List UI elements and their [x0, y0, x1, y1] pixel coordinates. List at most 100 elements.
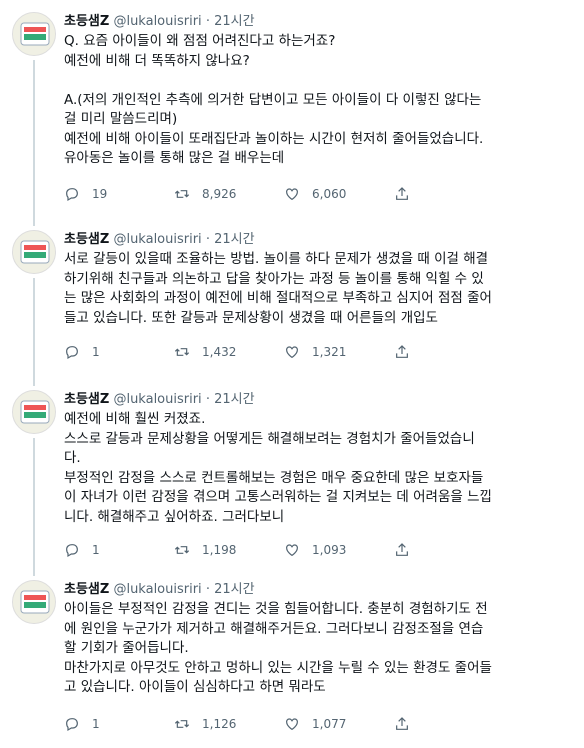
- retweet-count: 8,926: [202, 187, 237, 201]
- tweet-text: 아이들은 부정적인 감정을 견디는 것을 힘들어합니다. 충분히 경험하기도 전…: [64, 600, 570, 698]
- tweet-3[interactable]: 초등샘Z @lukalouisriri · 21시간 예전에 비해 훨씬 커졌죠…: [0, 378, 584, 576]
- tweet-header: 초등샘Z @lukalouisriri · 21시간: [64, 578, 255, 597]
- retweet-button[interactable]: 1,198: [174, 542, 284, 558]
- tweet-actions: 1 1,432 1,321: [64, 344, 424, 360]
- timestamp[interactable]: · 21시간: [206, 232, 255, 247]
- reply-count: 1: [92, 717, 100, 731]
- tweet-2[interactable]: 초등샘Z @lukalouisriri · 21시간 서로 갈등이 있을때 조율…: [0, 218, 584, 386]
- tweet-header: 초등샘Z @lukalouisriri · 21시간: [64, 10, 255, 29]
- retweet-count: 1,126: [202, 717, 237, 731]
- tweet-line: A.(저의 개인적인 추측에 의거한 답변이고 모든 아이들이 다 이렇진 않다…: [64, 91, 482, 108]
- thread-line: [33, 568, 35, 576]
- tweet-4[interactable]: 초등샘Z @lukalouisriri · 21시간 아이들은 부정적인 감정을…: [0, 568, 584, 748]
- tweet-line: 예전에 비해 훨씬 커졌죠.: [64, 411, 206, 427]
- reply-button[interactable]: 1: [64, 716, 174, 732]
- display-name[interactable]: 초등샘Z: [64, 14, 109, 29]
- reply-icon: [66, 346, 78, 360]
- thread-line: [33, 60, 35, 226]
- timestamp[interactable]: · 21시간: [206, 582, 255, 597]
- retweet-icon: [174, 190, 190, 198]
- reply-button[interactable]: 1: [64, 542, 174, 558]
- retweet-icon: [174, 720, 190, 728]
- user-handle[interactable]: @lukalouisriri: [113, 232, 201, 247]
- tweet-line: 니다. 해결해주고 싶어하죠. 그러다보니: [64, 508, 285, 525]
- tweet-line: 는 많은 사회화의 과정이 예전에 비해 절대적으로 부족하고 심지어 점점 줄…: [64, 290, 492, 306]
- share-button[interactable]: [394, 186, 424, 202]
- display-name[interactable]: 초등샘Z: [64, 392, 109, 407]
- tweet-line: 예전에 비해 더 똑똑하지 않나요?: [64, 52, 250, 69]
- reply-count: 19: [92, 187, 108, 201]
- tweet-actions: 1 1,126 1,077: [64, 716, 424, 732]
- heart-icon: [286, 346, 298, 359]
- tweet-line: 아이들은 부정적인 감정을 견디는 것을 힘들어합니다. 충분히 경험하기도 전: [64, 601, 488, 617]
- tweet-line: 예전에 비해 아이들이 또래집단과 놀이하는 시간이 현저히 줄어들었습니다.: [64, 130, 484, 147]
- reply-icon: [66, 188, 78, 202]
- share-icon: [396, 187, 408, 200]
- share-button[interactable]: [394, 716, 424, 732]
- avatar[interactable]: [12, 230, 56, 274]
- thread-line: [33, 378, 35, 386]
- tweet-header: 초등샘Z @lukalouisriri · 21시간: [64, 228, 255, 247]
- like-count: 1,321: [312, 345, 347, 359]
- thread-line: [33, 218, 35, 226]
- share-icon: [396, 717, 408, 730]
- like-button[interactable]: 1,093: [284, 542, 394, 558]
- tweet-1[interactable]: 초등샘Z @lukalouisriri · 21시간 Q. 요즘 아이들이 왜 …: [0, 0, 584, 226]
- tweet-text: Q. 요즘 아이들이 왜 점점 어려진다고 하는거죠? 예전에 비해 더 똑똑하…: [64, 32, 570, 169]
- display-name[interactable]: 초등샘Z: [64, 232, 109, 247]
- timestamp[interactable]: · 21시간: [206, 392, 255, 407]
- display-name[interactable]: 초등샘Z: [64, 582, 109, 597]
- tweet-line: 하기위해 친구들과 의논하고 답을 찾아가는 과정 등 놀이를 통해 익힐 수 …: [64, 270, 484, 287]
- like-button[interactable]: 1,077: [284, 716, 394, 732]
- tweet-line: Q. 요즘 아이들이 왜 점점 어려진다고 하는거죠?: [64, 33, 336, 49]
- tweet-line: 에 원인을 누군가가 제거하고 해결해주거든요. 그러다보니 감정조절을 연습: [64, 620, 484, 637]
- like-count: 1,093: [312, 543, 347, 557]
- like-count: 6,060: [312, 187, 347, 201]
- tweet-line: [64, 71, 570, 91]
- tweet-line: 스스로 갈등과 문제상황을 어떻게든 해결해보려는 경험치가 줄어들었습니: [64, 430, 475, 447]
- tweet-text: 서로 갈등이 있을때 조율하는 방법. 놀이를 하다 문제가 생겼을 때 이걸 …: [64, 250, 570, 328]
- user-handle[interactable]: @lukalouisriri: [113, 14, 201, 29]
- share-icon: [396, 543, 408, 556]
- retweet-count: 1,198: [202, 543, 237, 557]
- retweet-count: 1,432: [202, 345, 237, 359]
- reply-button[interactable]: 1: [64, 344, 174, 360]
- tweet-actions: 1 1,198 1,093: [64, 542, 424, 558]
- reply-count: 1: [92, 543, 100, 557]
- tweet-line: 이 자녀가 이런 감정을 겪으며 고통스러워하는 걸 지켜보는 데 어려움을 느…: [64, 489, 492, 505]
- reply-button[interactable]: 19: [64, 186, 174, 202]
- thread-line: [33, 278, 35, 386]
- like-button[interactable]: 6,060: [284, 186, 394, 202]
- reply-icon: [66, 718, 78, 732]
- retweet-icon: [174, 348, 190, 356]
- reply-icon: [66, 544, 78, 558]
- user-handle[interactable]: @lukalouisriri: [113, 582, 201, 597]
- share-button[interactable]: [394, 344, 424, 360]
- tweet-line: 부정적인 감정을 스스로 컨트롤해보는 경험은 매우 중요한데 많은 보호자들: [64, 469, 484, 486]
- retweet-button[interactable]: 8,926: [174, 186, 284, 202]
- tweet-line: 걸 미리 말씀드리며): [64, 111, 178, 127]
- avatar[interactable]: [12, 580, 56, 624]
- tweet-line: 다.: [64, 450, 81, 466]
- tweet-text: 예전에 비해 훨씬 커졌죠. 스스로 갈등과 문제상황을 어떻게든 해결해보려는…: [64, 410, 570, 527]
- tweet-line: 들고 있습니다. 또한 갈등과 문제상황이 생겼을 때 어른들의 개입도: [64, 309, 438, 326]
- like-count: 1,077: [312, 717, 347, 731]
- retweet-button[interactable]: 1,126: [174, 716, 284, 732]
- heart-icon: [286, 188, 298, 201]
- heart-icon: [286, 718, 298, 731]
- avatar[interactable]: [12, 12, 56, 56]
- retweet-icon: [174, 546, 190, 554]
- like-button[interactable]: 1,321: [284, 344, 394, 360]
- reply-count: 1: [92, 345, 100, 359]
- avatar[interactable]: [12, 390, 56, 434]
- tweet-line: 유아동은 놀이를 통해 많은 걸 배우는데: [64, 150, 285, 166]
- user-handle[interactable]: @lukalouisriri: [113, 392, 201, 407]
- tweet-actions: 19 8,926 6,060: [64, 186, 424, 202]
- share-button[interactable]: [394, 542, 424, 558]
- retweet-button[interactable]: 1,432: [174, 344, 284, 360]
- tweet-line: 고 있습니다. 아이들이 심심하다고 하면 뭐라도: [64, 679, 326, 695]
- share-icon: [396, 345, 408, 358]
- tweet-line: 할 기회가 줄어듭니다.: [64, 640, 189, 656]
- timestamp[interactable]: · 21시간: [206, 14, 255, 29]
- heart-icon: [286, 544, 298, 557]
